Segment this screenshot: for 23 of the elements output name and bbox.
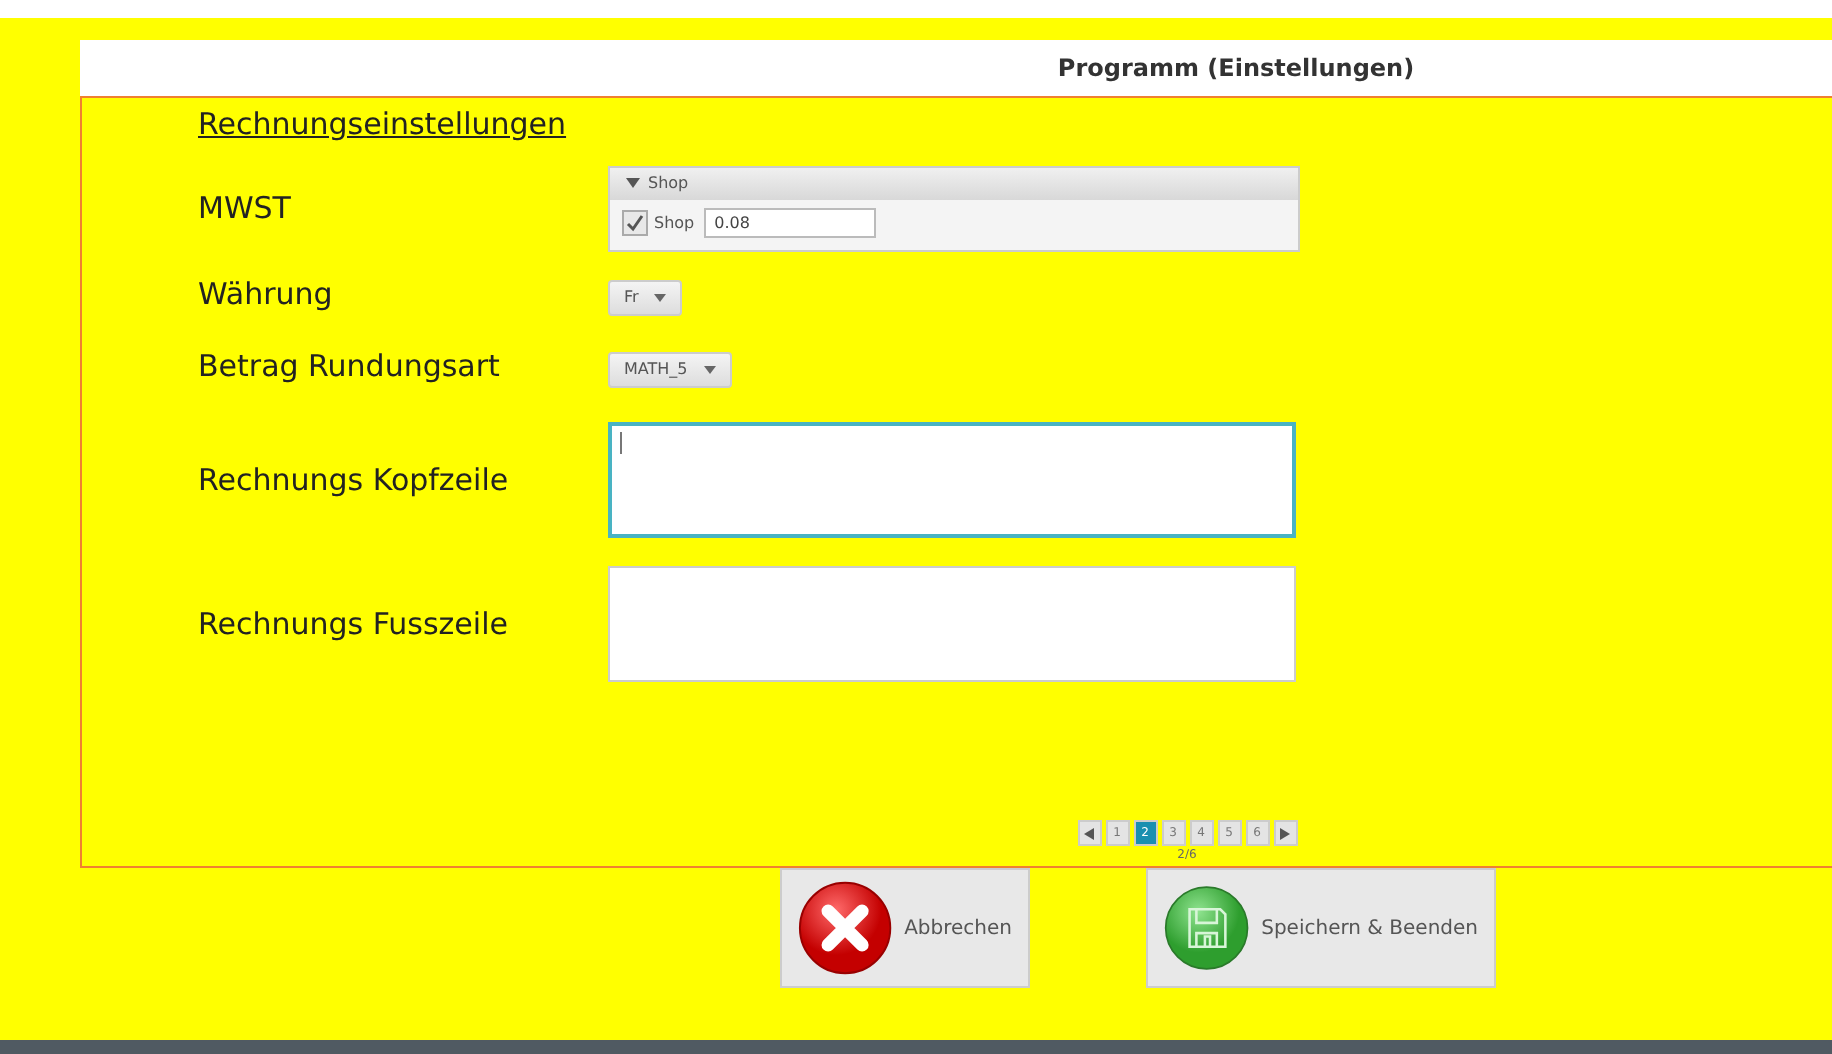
accordion-header[interactable]: Shop bbox=[610, 167, 1298, 199]
field-label: Währung bbox=[198, 276, 335, 312]
caret-icon bbox=[703, 365, 716, 374]
caret-icon bbox=[654, 293, 667, 302]
previous-page-button[interactable] bbox=[1077, 820, 1101, 846]
cancel-button[interactable]: Abbrechen bbox=[780, 868, 1030, 988]
input-field[interactable]: 0.08 bbox=[704, 207, 877, 237]
checkbox-label: Shop bbox=[654, 213, 695, 231]
next-page-button[interactable] bbox=[1273, 820, 1297, 846]
close-icon bbox=[798, 878, 893, 978]
field-label: MWST bbox=[198, 190, 293, 226]
field-label: Rechnungs Fusszeile bbox=[198, 606, 510, 642]
field-label: Rechnungs Kopfzeile bbox=[198, 462, 511, 498]
triangle-icon bbox=[626, 178, 640, 188]
save-button[interactable]: Speichern & Beenden bbox=[1146, 868, 1496, 988]
checkbox[interactable] bbox=[622, 209, 648, 235]
dropdown[interactable]: MATH_5 bbox=[608, 351, 732, 388]
right-triangle-icon bbox=[1280, 827, 1290, 839]
field-label: Betrag Rundungsart bbox=[198, 348, 502, 384]
window-title: Programm (Einstellungen) bbox=[1057, 54, 1415, 82]
dropdown[interactable]: Fr bbox=[608, 279, 683, 316]
section-heading: Rechnungseinstellungen bbox=[198, 106, 567, 142]
left-triangle-icon bbox=[1084, 827, 1094, 839]
